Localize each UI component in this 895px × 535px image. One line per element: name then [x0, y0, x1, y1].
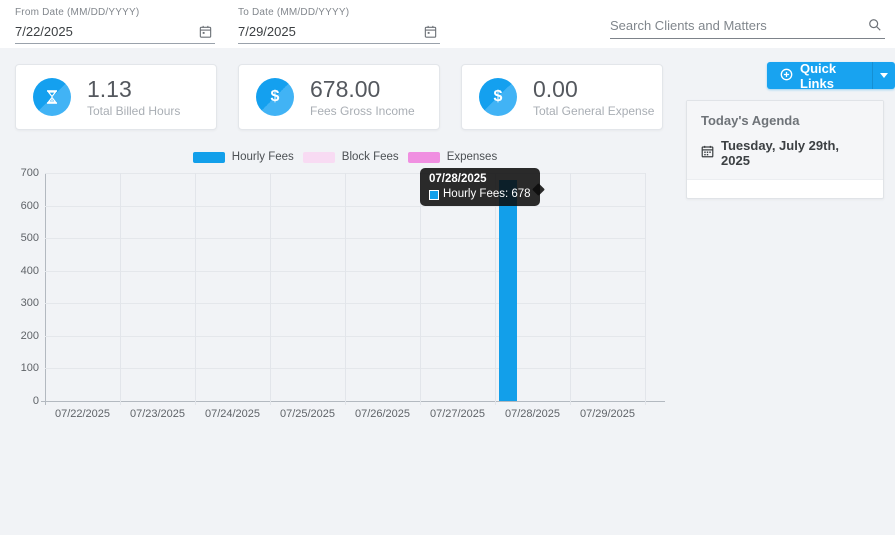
quick-links-dropdown-toggle[interactable]: [873, 62, 895, 89]
x-axis-tick-label: 07/24/2025: [195, 408, 270, 420]
x-gridline: [270, 173, 271, 405]
stat-card-billed-hours: 1.13 Total Billed Hours: [15, 64, 217, 130]
legend-swatch-icon: [193, 152, 225, 163]
y-axis-tick-label: 700: [1, 167, 39, 179]
x-gridline: [570, 173, 571, 405]
todays-agenda-panel: Today's Agenda Tuesday, July 29th, 2025: [686, 100, 884, 199]
to-date-input[interactable]: [238, 24, 422, 39]
from-date-input[interactable]: [15, 24, 197, 39]
stat-label: Total Billed Hours: [87, 104, 180, 118]
quick-links-button[interactable]: Quick Links: [767, 62, 895, 89]
stat-value: 0.00: [533, 77, 654, 102]
search-field: [610, 14, 885, 39]
stat-card-general-expense: $ 0.00 Total General Expense: [461, 64, 663, 130]
x-gridline: [420, 173, 421, 405]
legend-label: Expenses: [447, 151, 498, 163]
y-axis-tick-label: 300: [1, 297, 39, 309]
plus-circle-icon: [780, 68, 793, 84]
y-axis-tick-label: 500: [1, 232, 39, 244]
legend-item-block-fees[interactable]: Block Fees: [303, 151, 399, 163]
x-axis-tick-label: 07/27/2025: [420, 408, 495, 420]
x-axis-line: [41, 401, 665, 402]
chart-plot-area: 07/28/2025 Hourly Fees: 678 010020030040…: [45, 173, 645, 401]
search-input[interactable]: [610, 18, 867, 33]
stat-label: Fees Gross Income: [310, 104, 415, 118]
y-axis-tick-label: 200: [1, 330, 39, 342]
tooltip-pointer: [532, 183, 545, 196]
x-gridline: [120, 173, 121, 405]
agenda-title: Today's Agenda: [701, 113, 869, 128]
calendar-icon[interactable]: [422, 23, 438, 39]
x-gridline: [345, 173, 346, 405]
legend-item-hourly-fees[interactable]: Hourly Fees: [193, 151, 294, 163]
chart-tooltip: 07/28/2025 Hourly Fees: 678: [420, 168, 540, 206]
quick-links-main[interactable]: Quick Links: [767, 62, 872, 89]
stat-label: Total General Expense: [533, 104, 654, 118]
legend-label: Hourly Fees: [232, 151, 294, 163]
dollar-icon: $: [256, 78, 294, 116]
x-axis-tick-label: 07/29/2025: [570, 408, 645, 420]
legend-swatch-icon: [303, 152, 335, 163]
hourly-fees-swatch-icon: [429, 190, 439, 200]
x-axis-tick-label: 07/26/2025: [345, 408, 420, 420]
y-axis-tick-label: 0: [1, 395, 39, 407]
bar-hourly-fees-07/28/2025[interactable]: [499, 180, 517, 401]
tooltip-value: Hourly Fees: 678: [443, 188, 531, 201]
billing-chart: 07/28/2025 Hourly Fees: 678 0 100 200 300 40…: [0, 173, 680, 433]
y-axis-line: [45, 173, 46, 405]
agenda-date: Tuesday, July 29th, 2025: [721, 138, 869, 168]
x-axis-tick-label: 07/23/2025: [120, 408, 195, 420]
legend-item-expenses[interactable]: Expenses: [408, 151, 498, 163]
calendar-icon[interactable]: [197, 23, 213, 39]
chart-legend: Hourly Fees Block Fees Expenses: [45, 151, 645, 163]
agenda-date-row: Tuesday, July 29th, 2025: [701, 138, 869, 168]
quick-links-label: Quick Links: [800, 61, 859, 91]
to-date-field: To Date (MM/DD/YYYY): [238, 7, 440, 44]
legend-label: Block Fees: [342, 151, 399, 163]
x-axis-tick-label: 07/28/2025: [495, 408, 570, 420]
stat-value: 678.00: [310, 77, 415, 102]
tooltip-date: 07/28/2025: [429, 172, 531, 186]
legend-swatch-icon: [408, 152, 440, 163]
stat-card-gross-income: $ 678.00 Fees Gross Income: [238, 64, 440, 130]
agenda-header: Today's Agenda Tuesday, July 29th, 2025: [687, 101, 883, 180]
hourglass-icon: [33, 78, 71, 116]
x-axis-tick-label: 07/22/2025: [45, 408, 120, 420]
y-axis-tick-label: 400: [1, 265, 39, 277]
stat-value: 1.13: [87, 77, 180, 102]
x-gridline: [495, 173, 496, 405]
from-date-field: From Date (MM/DD/YYYY): [15, 7, 215, 44]
from-date-label: From Date (MM/DD/YYYY): [15, 7, 215, 18]
x-axis-tick-label: 07/25/2025: [270, 408, 345, 420]
caret-down-icon: [880, 73, 888, 78]
search-icon[interactable]: [867, 17, 883, 33]
to-date-label: To Date (MM/DD/YYYY): [238, 7, 440, 18]
calendar-icon: [701, 145, 714, 161]
y-axis-tick-label: 600: [1, 200, 39, 212]
x-gridline: [195, 173, 196, 405]
dollar-icon: $: [479, 78, 517, 116]
y-axis-tick-label: 100: [1, 362, 39, 374]
x-gridline: [645, 173, 646, 405]
